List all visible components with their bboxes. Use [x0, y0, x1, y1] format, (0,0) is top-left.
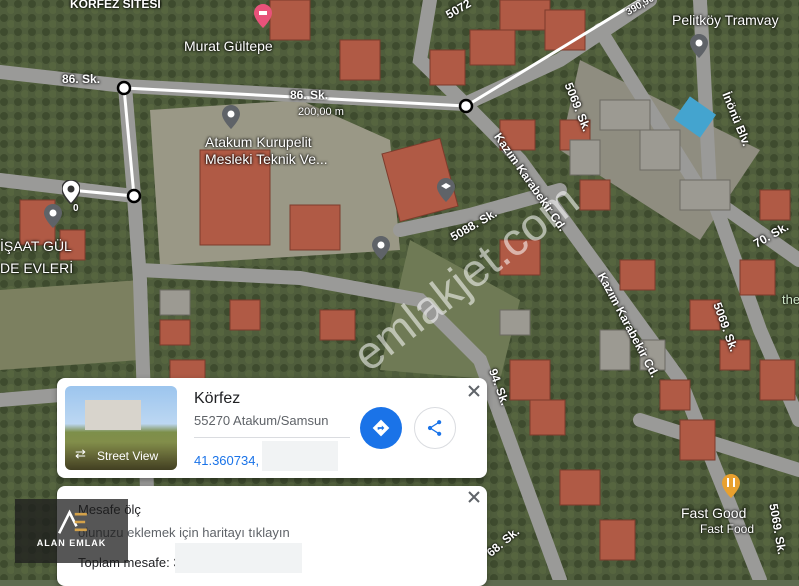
blurred-coordinates — [262, 441, 338, 471]
blurred-distance — [175, 543, 302, 573]
map-label: Pelitköy Tramvay — [672, 12, 779, 28]
share-icon — [427, 420, 442, 436]
share-button[interactable] — [414, 407, 456, 449]
hotel-pin-icon[interactable] — [254, 4, 272, 28]
school-pin-icon[interactable] — [437, 178, 455, 202]
measure-start-pin-icon[interactable] — [62, 180, 80, 204]
map-label: Fast Food — [700, 522, 755, 536]
place-info-card: ⇄ Street View Körfez 55270 Atakum/Samsun… — [57, 378, 487, 478]
map-label: İŞAAT GÜL — [0, 238, 72, 254]
map-label: Fast Good — [681, 505, 747, 521]
map-label: Atakum Kurupelit — [205, 134, 312, 150]
map-label: Mesleki Teknik Ve... — [205, 151, 328, 167]
directions-icon — [372, 419, 390, 437]
close-icon[interactable] — [466, 489, 482, 505]
street-view-label: Street View — [97, 449, 159, 463]
map-label: 86. Sk. — [290, 88, 329, 102]
logo-text: ALAN EMLAK — [36, 538, 107, 548]
place-title: Körfez — [194, 390, 241, 407]
map-label: DE EVLERİ — [0, 260, 74, 276]
map-label: KÖRFEZ SİTESİ — [70, 0, 161, 11]
location-pin-icon[interactable] — [222, 105, 240, 129]
logo-mark-icon — [57, 509, 87, 534]
location-pin-icon[interactable] — [690, 34, 708, 58]
close-icon[interactable] — [466, 383, 482, 399]
map-label: the — [782, 292, 799, 307]
place-coordinates[interactable]: 41.360734, — [194, 453, 259, 468]
agency-logo: ALAN EMLAK — [15, 499, 128, 563]
location-pin-icon[interactable] — [44, 204, 62, 228]
directions-button[interactable] — [360, 407, 402, 449]
map-label: 86. Sk. — [62, 72, 101, 86]
map-label: Murat Gültepe — [184, 38, 273, 54]
location-pin-icon[interactable] — [372, 236, 390, 260]
place-address: 55270 Atakum/Samsun — [194, 413, 329, 428]
street-view-thumbnail[interactable]: ⇄ Street View — [65, 386, 177, 470]
restaurant-pin-icon[interactable] — [722, 474, 740, 498]
building-image — [85, 400, 141, 430]
street-view-icon: ⇄ — [75, 446, 86, 461]
map-label: 0 — [73, 203, 79, 214]
map-label: 200,00 m — [298, 106, 344, 118]
